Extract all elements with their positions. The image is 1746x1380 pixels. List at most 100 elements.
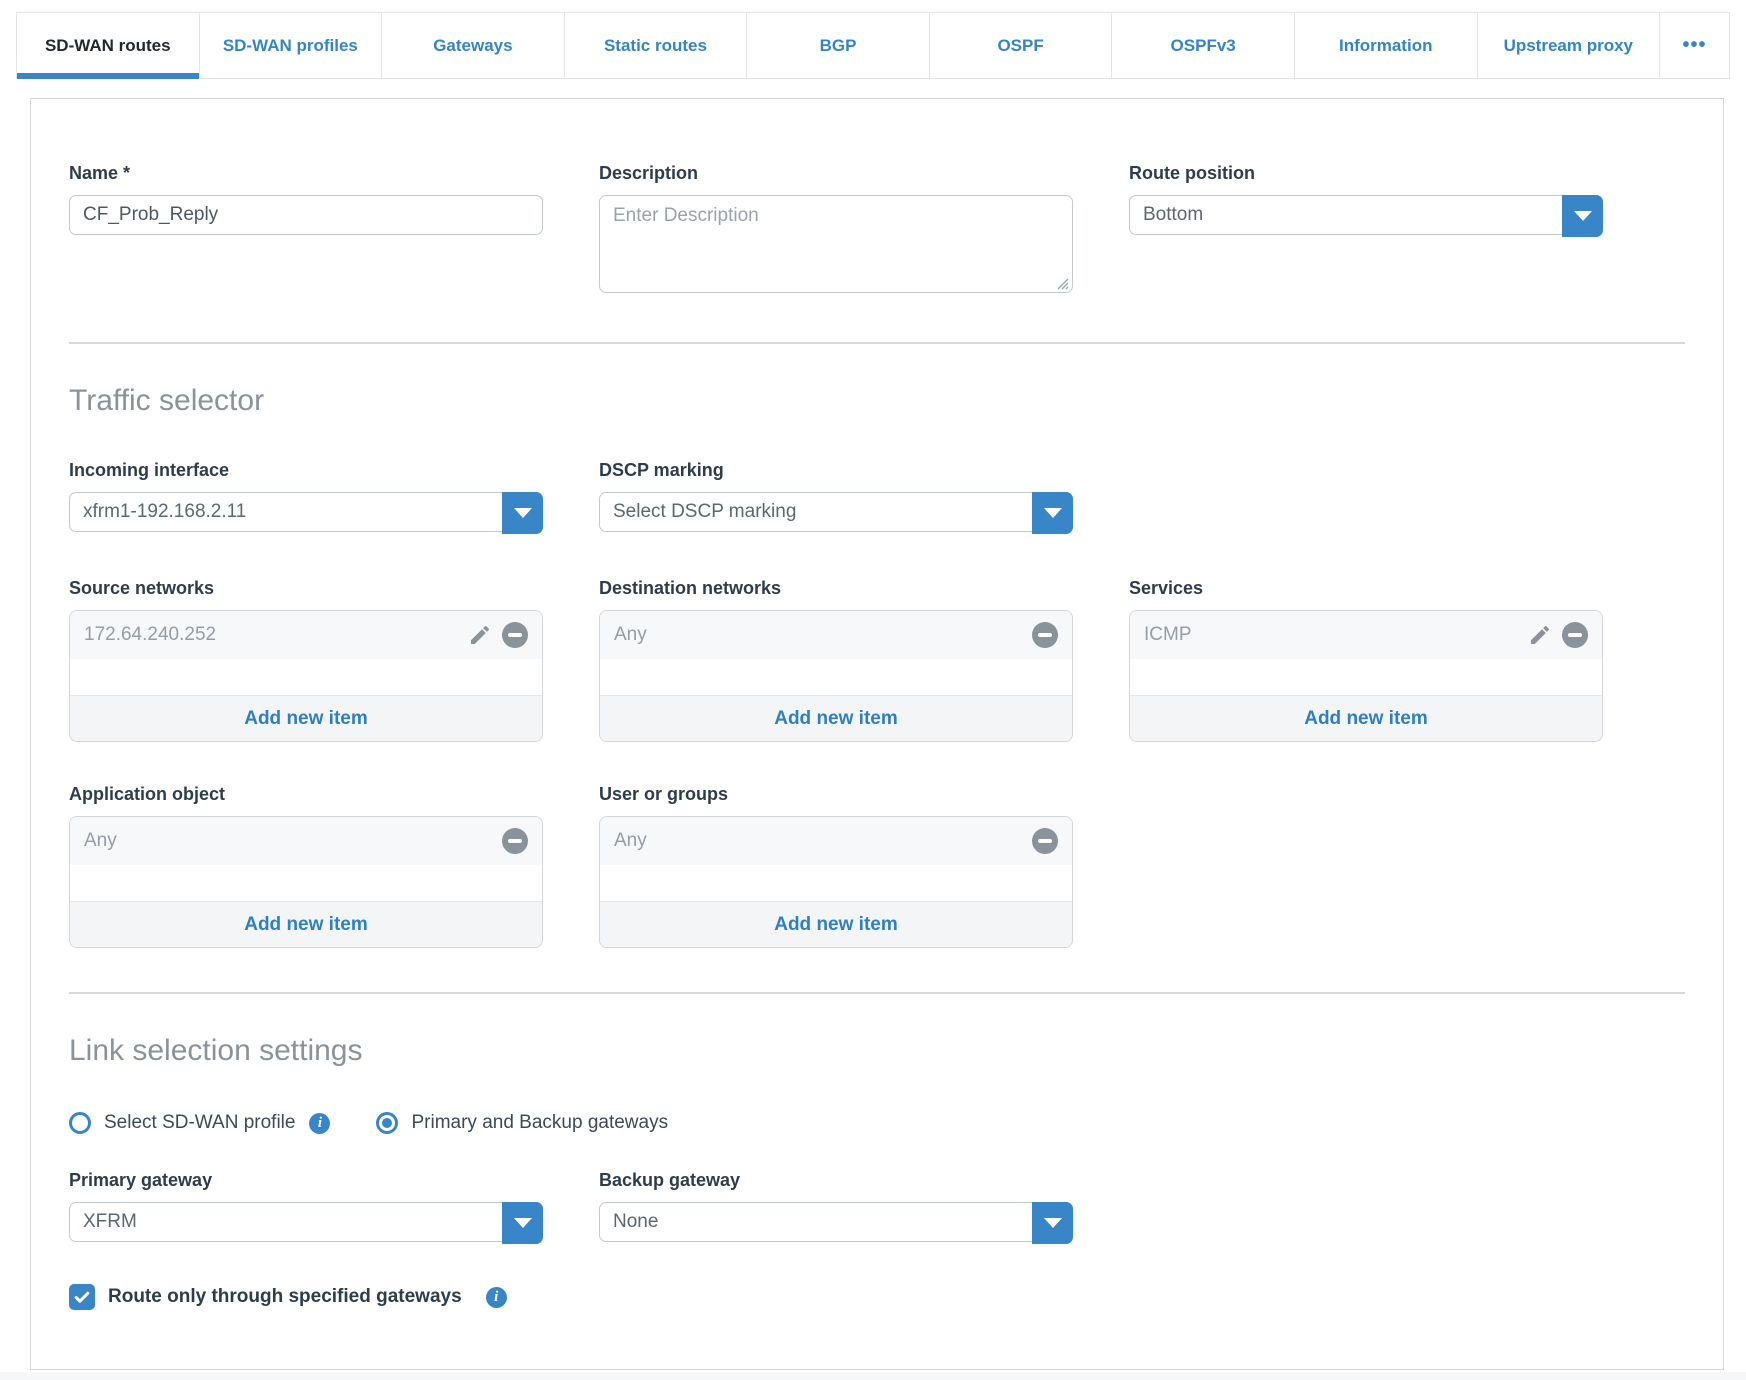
primary-gateway-select[interactable]: XFRM: [69, 1202, 543, 1244]
add-new-item-button[interactable]: Add new item: [600, 901, 1072, 947]
chevron-down-icon[interactable]: [502, 492, 543, 534]
tab-static-routes[interactable]: Static routes: [565, 13, 748, 78]
list-item: ICMP: [1130, 611, 1602, 659]
route-position-value: Bottom: [1143, 204, 1204, 225]
list-empty-space: [600, 865, 1072, 901]
add-new-item-label: Add new item: [774, 707, 898, 729]
user-or-groups-box: Any Add new item: [599, 816, 1073, 948]
name-field: Name *: [69, 163, 543, 298]
tab-bgp[interactable]: BGP: [747, 13, 930, 78]
backup-gateway-value: None: [613, 1211, 659, 1232]
remove-minus-icon[interactable]: [1032, 622, 1058, 648]
tab-gateways[interactable]: Gateways: [382, 13, 565, 78]
add-new-item-button[interactable]: Add new item: [600, 695, 1072, 741]
link-selection-heading: Link selection settings: [69, 1034, 363, 1067]
edit-pencil-icon[interactable]: [1527, 622, 1553, 648]
incoming-interface-field: Incoming interface xfrm1-192.168.2.11: [69, 460, 543, 534]
info-icon[interactable]: i: [485, 1286, 507, 1308]
description-field: Description: [599, 163, 1073, 298]
add-new-item-button[interactable]: Add new item: [70, 901, 542, 947]
primary-gateway-field: Primary gateway XFRM: [69, 1170, 543, 1244]
route-only-checkbox-label: Route only through specified gateways: [108, 1286, 462, 1307]
list-item: Any: [600, 817, 1072, 865]
tab-sd-wan-routes[interactable]: SD-WAN routes: [16, 13, 200, 79]
source-networks-label: Source networks: [69, 578, 215, 598]
services-box: ICMP Add new item: [1129, 610, 1603, 742]
checkmark-icon: [74, 1291, 90, 1303]
tab-label: Information: [1338, 35, 1433, 55]
tab-information[interactable]: Information: [1295, 13, 1478, 78]
dscp-marking-field: DSCP marking Select DSCP marking: [599, 460, 1073, 534]
item-actions: [467, 622, 528, 648]
backup-gateway-field: Backup gateway None: [599, 1170, 1073, 1244]
route-only-checkbox[interactable]: [69, 1284, 95, 1310]
interface-dscp-row: Incoming interface xfrm1-192.168.2.11 DS…: [69, 460, 1685, 534]
route-position-select[interactable]: Bottom: [1129, 195, 1603, 237]
tab-label: OSPFv3: [1170, 35, 1236, 55]
name-input[interactable]: [69, 195, 543, 235]
incoming-interface-select[interactable]: xfrm1-192.168.2.11: [69, 492, 543, 534]
radio-select-sdwan-profile[interactable]: [69, 1112, 91, 1134]
list-item: Any: [70, 817, 542, 865]
route-position-label: Route position: [1129, 163, 1255, 183]
application-object-label: Application object: [69, 784, 226, 804]
incoming-interface-label: Incoming interface: [69, 460, 230, 480]
user-or-groups-field: User or groups Any Add new item: [599, 784, 1073, 948]
route-position-field: Route position Bottom: [1129, 163, 1603, 298]
item-text: ICMP: [1144, 624, 1192, 645]
source-networks-field: Source networks 172.64.240.252 Add new i…: [69, 578, 543, 742]
required-asterisk: *: [123, 163, 131, 183]
page-bottom-strip: [0, 1372, 1746, 1380]
tab-ospfv3[interactable]: OSPFv3: [1112, 13, 1295, 78]
tab-label: Gateways: [433, 35, 513, 55]
list-empty-space: [70, 659, 542, 695]
radio-label: Select SD-WAN profile: [104, 1112, 296, 1133]
tab-ospf[interactable]: OSPF: [930, 13, 1113, 78]
list-empty-space: [1130, 659, 1602, 695]
general-settings-row: Name* Description Route position Bottom: [69, 163, 1685, 298]
link-selection-radio-row: Select SD-WAN profile i Primary and Back…: [69, 1112, 1685, 1134]
dscp-marking-label: DSCP marking: [599, 460, 724, 480]
tab-more-ellipsis[interactable]: •••: [1660, 13, 1731, 78]
section-divider: [69, 992, 1685, 994]
item-actions: [1032, 828, 1058, 854]
primary-gateway-value: XFRM: [83, 1211, 137, 1232]
chevron-down-icon[interactable]: [502, 1202, 543, 1244]
tab-upstream-proxy[interactable]: Upstream proxy: [1478, 13, 1661, 78]
source-networks-box: 172.64.240.252 Add new item: [69, 610, 543, 742]
user-or-groups-label: User or groups: [599, 784, 729, 804]
dscp-marking-value: Select DSCP marking: [613, 501, 797, 522]
tab-sd-wan-profiles[interactable]: SD-WAN profiles: [200, 13, 383, 78]
chevron-down-icon[interactable]: [1562, 195, 1603, 237]
description-textarea[interactable]: [599, 195, 1073, 293]
radio-primary-backup-gateways[interactable]: [376, 1112, 399, 1134]
app-users-row: Application object Any Add new item User…: [69, 784, 1685, 948]
item-text: Any: [614, 830, 647, 851]
list-item: 172.64.240.252: [70, 611, 542, 659]
tab-label: Upstream proxy: [1503, 35, 1633, 55]
add-new-item-button[interactable]: Add new item: [70, 695, 542, 741]
resize-grip-icon[interactable]: [1053, 274, 1069, 290]
chevron-down-icon[interactable]: [1032, 492, 1073, 534]
chevron-down-icon[interactable]: [1032, 1202, 1073, 1244]
list-item: Any: [600, 611, 1072, 659]
remove-minus-icon[interactable]: [1562, 622, 1588, 648]
destination-networks-field: Destination networks Any Add new item: [599, 578, 1073, 742]
add-new-item-label: Add new item: [244, 707, 368, 729]
backup-gateway-label: Backup gateway: [599, 1170, 741, 1190]
application-object-field: Application object Any Add new item: [69, 784, 543, 948]
add-new-item-button[interactable]: Add new item: [1130, 695, 1602, 741]
remove-minus-icon[interactable]: [502, 622, 528, 648]
add-new-item-label: Add new item: [1304, 707, 1428, 729]
dscp-marking-select[interactable]: Select DSCP marking: [599, 492, 1073, 534]
remove-minus-icon[interactable]: [502, 828, 528, 854]
backup-gateway-select[interactable]: None: [599, 1202, 1073, 1244]
tab-label: OSPF: [997, 35, 1044, 55]
remove-minus-icon[interactable]: [1032, 828, 1058, 854]
edit-pencil-icon[interactable]: [467, 622, 493, 648]
name-label: Name *: [69, 163, 543, 184]
add-new-item-label: Add new item: [774, 913, 898, 935]
route-only-row: Route only through specified gateways i: [69, 1284, 1685, 1310]
item-text: 172.64.240.252: [84, 624, 217, 645]
info-icon[interactable]: i: [309, 1112, 331, 1134]
